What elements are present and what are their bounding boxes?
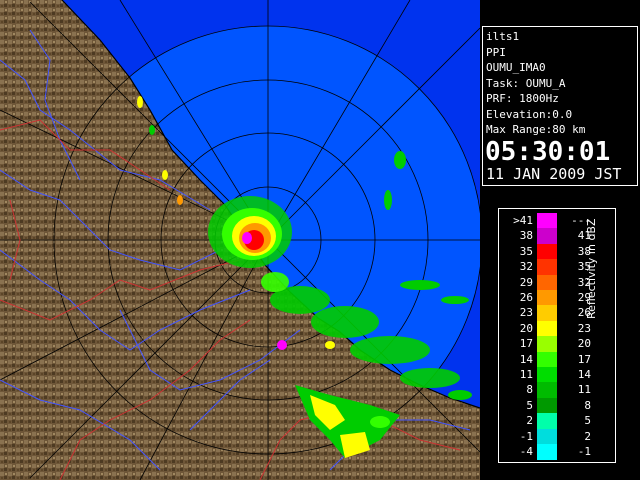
- legend-row: -1 2: [499, 428, 599, 445]
- legend-low-value: 20: [519, 321, 533, 335]
- legend-row: 17 20: [499, 336, 599, 353]
- legend-low-value: 32: [519, 260, 533, 274]
- scan-info-box: ilts1 PPI OUMU_IMA0 Task: OUMU_A PRF: 18…: [482, 26, 638, 186]
- legend-row: 14 17: [499, 351, 599, 368]
- legend-high-value: 23: [577, 321, 591, 335]
- legend-row: 8 11: [499, 382, 599, 399]
- legend-low-value: 14: [519, 352, 533, 366]
- legend-swatch: [537, 274, 557, 291]
- legend-swatch: [537, 367, 557, 383]
- radar-ppi-svg: [0, 0, 480, 480]
- legend-row: -4 -1: [499, 444, 599, 460]
- scan-date: 11 JAN 2009 JST: [486, 164, 622, 183]
- echo-main-cell: [208, 196, 292, 268]
- legend-low-value: 29: [519, 275, 533, 289]
- legend-high-value: -1: [577, 445, 591, 458]
- legend-row: 35 38: [499, 243, 599, 260]
- legend-swatch: [537, 213, 557, 229]
- legend-swatch: [537, 320, 557, 337]
- task-name: Task: OUMU_A: [486, 76, 566, 90]
- legend-swatch: [537, 382, 557, 399]
- legend-swatch: [537, 228, 557, 245]
- legend-low-value: >41: [513, 214, 533, 227]
- legend-low-value: 23: [519, 306, 533, 320]
- info-panel: ilts1 PPI OUMU_IMA0 Task: OUMU_A PRF: 18…: [480, 0, 640, 480]
- legend-row: 20 23: [499, 320, 599, 337]
- legend-high-value: 8: [584, 398, 591, 412]
- legend-swatch: [537, 397, 557, 414]
- legend-row: 29 32: [499, 274, 599, 291]
- legend-row: 11 14: [499, 367, 599, 383]
- legend-high-value: 14: [577, 368, 591, 381]
- legend-row: 23 26: [499, 305, 599, 322]
- legend-low-value: -1: [519, 429, 533, 443]
- site-name: OUMU_IMA0: [486, 61, 546, 74]
- legend-swatch: [537, 259, 557, 276]
- scan-time: 05:30:01: [485, 136, 611, 167]
- station-name: ilts1: [486, 30, 520, 43]
- legend-low-value: -4: [519, 445, 533, 458]
- legend-low-value: 17: [519, 337, 533, 351]
- elevation-value: Elevation:0.0: [486, 107, 573, 121]
- legend-row: 26 29: [499, 290, 599, 306]
- legend-swatch: [537, 413, 557, 430]
- legend-high-value: 5: [584, 414, 591, 428]
- legend-high-value: 20: [577, 337, 591, 351]
- legend-low-value: 2: [526, 414, 533, 428]
- legend-row: 32 35: [499, 259, 599, 276]
- legend-low-value: 8: [526, 383, 533, 397]
- legend-swatch: [537, 444, 557, 460]
- legend-title: Reflectivity in dBZ: [585, 218, 598, 319]
- legend-swatch: [537, 428, 557, 445]
- legend-swatch: [537, 351, 557, 368]
- legend-high-value: 2: [584, 429, 591, 443]
- legend-low-value: 38: [519, 229, 533, 243]
- legend-low-value: 11: [519, 368, 533, 381]
- legend-row: 25: [499, 413, 599, 430]
- product-type: PPI: [486, 45, 506, 59]
- legend-low-value: 26: [519, 291, 533, 304]
- max-range-value: Max Range:80 km: [486, 123, 586, 136]
- legend-row: >41 ---: [499, 213, 599, 229]
- legend-low-value: 5: [526, 398, 533, 412]
- legend-swatch: [537, 336, 557, 353]
- color-legend: >41 --- 38 41 35 38 32 35 29 32 26 29 23 26 20 23 17 20 14…: [498, 208, 616, 463]
- legend-low-value: 35: [519, 244, 533, 258]
- radar-map[interactable]: [0, 0, 480, 480]
- legend-high-value: 17: [577, 352, 591, 366]
- legend-row: 58: [499, 397, 599, 414]
- legend-high-value: 11: [577, 383, 591, 397]
- legend-row: 38 41: [499, 228, 599, 245]
- legend-swatch: [537, 243, 557, 260]
- legend-swatch: [537, 305, 557, 322]
- prf-value: PRF: 1800Hz: [486, 92, 559, 105]
- legend-swatch: [537, 290, 557, 306]
